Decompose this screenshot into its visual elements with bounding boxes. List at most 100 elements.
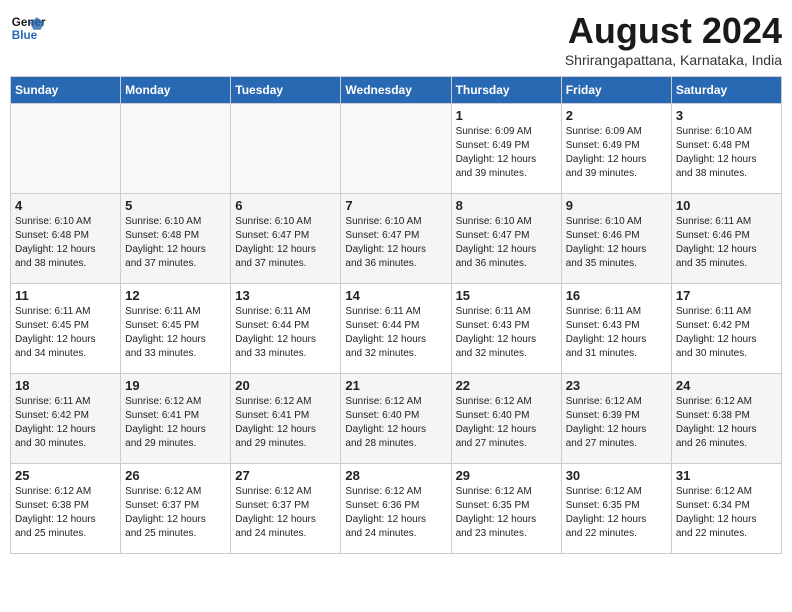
calendar-day-cell: 18Sunrise: 6:11 AM Sunset: 6:42 PM Dayli… <box>11 374 121 464</box>
day-info: Sunrise: 6:10 AM Sunset: 6:47 PM Dayligh… <box>235 215 336 271</box>
page-header: General Blue General Blue August 2024 Sh… <box>10 10 782 68</box>
day-info: Sunrise: 6:11 AM Sunset: 6:44 PM Dayligh… <box>235 305 336 361</box>
svg-text:Blue: Blue <box>12 29 38 42</box>
calendar-day-cell: 17Sunrise: 6:11 AM Sunset: 6:42 PM Dayli… <box>671 284 781 374</box>
day-info: Sunrise: 6:09 AM Sunset: 6:49 PM Dayligh… <box>566 125 667 181</box>
day-number: 29 <box>456 468 557 483</box>
day-number: 25 <box>15 468 116 483</box>
day-number: 16 <box>566 288 667 303</box>
day-number: 13 <box>235 288 336 303</box>
day-info: Sunrise: 6:12 AM Sunset: 6:37 PM Dayligh… <box>125 485 226 541</box>
day-info: Sunrise: 6:12 AM Sunset: 6:38 PM Dayligh… <box>676 395 777 451</box>
calendar-day-cell: 8Sunrise: 6:10 AM Sunset: 6:47 PM Daylig… <box>451 194 561 284</box>
calendar-day-cell: 23 Sunrise: 6:12 AM Sunset: 6:39 PM Dayli… <box>561 374 671 464</box>
day-number: 10 <box>676 198 777 213</box>
day-number: 4 <box>15 198 116 213</box>
day-info: Sunrise: 6:12 AM Sunset: 6:39 PM Dayligh… <box>566 395 667 451</box>
day-number: 3 <box>676 108 777 123</box>
day-number: 31 <box>676 468 777 483</box>
day-info: Sunrise: 6:10 AM Sunset: 6:46 PM Dayligh… <box>566 215 667 271</box>
calendar-day-cell: 27Sunrise: 6:12 AM Sunset: 6:37 PM Dayli… <box>231 464 341 554</box>
day-number: 20 <box>235 378 336 393</box>
calendar-day-cell: 29 Sunrise: 6:12 AM Sunset: 6:35 PM Dayli… <box>451 464 561 554</box>
day-number: 28 <box>345 468 446 483</box>
day-number: 23 <box>566 378 667 393</box>
weekday-header-cell: Sunday <box>11 77 121 104</box>
calendar-table: SundayMondayTuesdayWednesdayThursdayFrid… <box>10 76 782 554</box>
day-number: 22 <box>456 378 557 393</box>
calendar-body: 1 Sunrise: 6:09 AM Sunset: 6:49 PM Daylig… <box>11 104 782 554</box>
calendar-day-cell: 7Sunrise: 6:10 AM Sunset: 6:47 PM Daylig… <box>341 194 451 284</box>
weekday-header-row: SundayMondayTuesdayWednesdayThursdayFrid… <box>11 77 782 104</box>
day-info: Sunrise: 6:09 AM Sunset: 6:49 PM Dayligh… <box>456 125 557 181</box>
day-info: Sunrise: 6:12 AM Sunset: 6:41 PM Dayligh… <box>235 395 336 451</box>
day-info: Sunrise: 6:11 AM Sunset: 6:45 PM Dayligh… <box>15 305 116 361</box>
day-info: Sunrise: 6:10 AM Sunset: 6:48 PM Dayligh… <box>125 215 226 271</box>
day-info: Sunrise: 6:10 AM Sunset: 6:48 PM Dayligh… <box>676 125 777 181</box>
location-subtitle: Shrirangapattana, Karnataka, India <box>565 52 782 68</box>
day-info: Sunrise: 6:11 AM Sunset: 6:45 PM Dayligh… <box>125 305 226 361</box>
day-info: Sunrise: 6:12 AM Sunset: 6:40 PM Dayligh… <box>345 395 446 451</box>
calendar-week-row: 25 Sunrise: 6:12 AM Sunset: 6:38 PM Dayli… <box>11 464 782 554</box>
weekday-header-cell: Wednesday <box>341 77 451 104</box>
day-number: 21 <box>345 378 446 393</box>
calendar-day-cell: 30 Sunrise: 6:12 AM Sunset: 6:35 PM Dayli… <box>561 464 671 554</box>
calendar-day-cell: 20 Sunrise: 6:12 AM Sunset: 6:41 PM Dayli… <box>231 374 341 464</box>
weekday-header-cell: Saturday <box>671 77 781 104</box>
day-info: Sunrise: 6:11 AM Sunset: 6:46 PM Dayligh… <box>676 215 777 271</box>
day-info: Sunrise: 6:12 AM Sunset: 6:40 PM Dayligh… <box>456 395 557 451</box>
day-info: Sunrise: 6:10 AM Sunset: 6:47 PM Dayligh… <box>456 215 557 271</box>
day-info: Sunrise: 6:12 AM Sunset: 6:36 PM Dayligh… <box>345 485 446 541</box>
day-info: Sunrise: 6:12 AM Sunset: 6:37 PM Dayligh… <box>235 485 336 541</box>
calendar-week-row: 1 Sunrise: 6:09 AM Sunset: 6:49 PM Daylig… <box>11 104 782 194</box>
day-info: Sunrise: 6:12 AM Sunset: 6:38 PM Dayligh… <box>15 485 116 541</box>
day-info: Sunrise: 6:11 AM Sunset: 6:42 PM Dayligh… <box>15 395 116 451</box>
calendar-day-cell: 21 Sunrise: 6:12 AM Sunset: 6:40 PM Dayli… <box>341 374 451 464</box>
day-number: 12 <box>125 288 226 303</box>
calendar-day-cell: 10 Sunrise: 6:11 AM Sunset: 6:46 PM Dayli… <box>671 194 781 284</box>
logo: General Blue General Blue <box>10 10 46 46</box>
day-number: 30 <box>566 468 667 483</box>
day-info: Sunrise: 6:10 AM Sunset: 6:48 PM Dayligh… <box>15 215 116 271</box>
logo-icon: General Blue <box>10 10 46 46</box>
day-number: 11 <box>15 288 116 303</box>
calendar-day-cell <box>341 104 451 194</box>
day-info: Sunrise: 6:12 AM Sunset: 6:34 PM Dayligh… <box>676 485 777 541</box>
calendar-day-cell: 1 Sunrise: 6:09 AM Sunset: 6:49 PM Daylig… <box>451 104 561 194</box>
calendar-day-cell: 19 Sunrise: 6:12 AM Sunset: 6:41 PM Dayli… <box>121 374 231 464</box>
weekday-header-cell: Thursday <box>451 77 561 104</box>
day-number: 14 <box>345 288 446 303</box>
weekday-header-cell: Friday <box>561 77 671 104</box>
day-number: 15 <box>456 288 557 303</box>
day-info: Sunrise: 6:11 AM Sunset: 6:43 PM Dayligh… <box>566 305 667 361</box>
calendar-day-cell: 5 Sunrise: 6:10 AM Sunset: 6:48 PM Daylig… <box>121 194 231 284</box>
calendar-day-cell: 24 Sunrise: 6:12 AM Sunset: 6:38 PM Dayli… <box>671 374 781 464</box>
day-number: 1 <box>456 108 557 123</box>
day-number: 24 <box>676 378 777 393</box>
calendar-day-cell: 11 Sunrise: 6:11 AM Sunset: 6:45 PM Dayli… <box>11 284 121 374</box>
weekday-header-cell: Monday <box>121 77 231 104</box>
day-number: 5 <box>125 198 226 213</box>
calendar-day-cell: 15Sunrise: 6:11 AM Sunset: 6:43 PM Dayli… <box>451 284 561 374</box>
day-number: 6 <box>235 198 336 213</box>
calendar-day-cell: 25 Sunrise: 6:12 AM Sunset: 6:38 PM Dayli… <box>11 464 121 554</box>
day-info: Sunrise: 6:12 AM Sunset: 6:35 PM Dayligh… <box>566 485 667 541</box>
calendar-day-cell: 26Sunrise: 6:12 AM Sunset: 6:37 PM Dayli… <box>121 464 231 554</box>
calendar-week-row: 11 Sunrise: 6:11 AM Sunset: 6:45 PM Dayli… <box>11 284 782 374</box>
calendar-day-cell: 6 Sunrise: 6:10 AM Sunset: 6:47 PM Daylig… <box>231 194 341 284</box>
day-number: 19 <box>125 378 226 393</box>
calendar-day-cell: 28 Sunrise: 6:12 AM Sunset: 6:36 PM Dayli… <box>341 464 451 554</box>
calendar-day-cell: 4 Sunrise: 6:10 AM Sunset: 6:48 PM Daylig… <box>11 194 121 284</box>
day-info: Sunrise: 6:11 AM Sunset: 6:42 PM Dayligh… <box>676 305 777 361</box>
calendar-week-row: 18Sunrise: 6:11 AM Sunset: 6:42 PM Dayli… <box>11 374 782 464</box>
calendar-week-row: 4 Sunrise: 6:10 AM Sunset: 6:48 PM Daylig… <box>11 194 782 284</box>
calendar-day-cell <box>11 104 121 194</box>
calendar-day-cell: 9 Sunrise: 6:10 AM Sunset: 6:46 PM Daylig… <box>561 194 671 284</box>
calendar-day-cell: 16 Sunrise: 6:11 AM Sunset: 6:43 PM Dayli… <box>561 284 671 374</box>
day-info: Sunrise: 6:12 AM Sunset: 6:41 PM Dayligh… <box>125 395 226 451</box>
calendar-day-cell <box>121 104 231 194</box>
calendar-day-cell <box>231 104 341 194</box>
day-number: 9 <box>566 198 667 213</box>
calendar-day-cell: 14Sunrise: 6:11 AM Sunset: 6:44 PM Dayli… <box>341 284 451 374</box>
day-info: Sunrise: 6:12 AM Sunset: 6:35 PM Dayligh… <box>456 485 557 541</box>
